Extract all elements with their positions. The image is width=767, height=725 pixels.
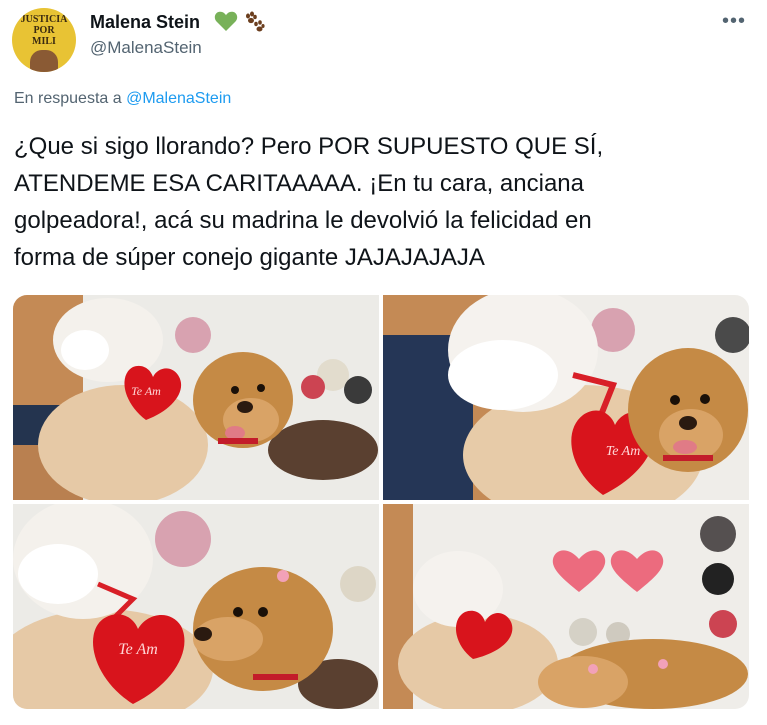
reply-prefix: En respuesta a (14, 90, 127, 107)
avatar-hand-graphic (30, 50, 58, 72)
green-heart-icon (214, 10, 238, 37)
photo-grid: Te Am Te Am Te Am (13, 295, 749, 709)
reply-mention-link[interactable]: @MalenaStein (126, 90, 231, 107)
photo-4[interactable] (383, 504, 749, 709)
avatar-text: JUSTICIA POR MILI (20, 14, 68, 47)
plush-heart-text: Te Am (131, 384, 161, 398)
more-options-icon[interactable]: ••• (722, 10, 746, 33)
photo-1[interactable]: Te Am (13, 295, 379, 500)
photo-3[interactable]: Te Am (13, 504, 379, 709)
plush-heart-text-3: Te Am (118, 641, 158, 658)
photo-2[interactable]: Te Am (383, 295, 749, 500)
tweet-text: ¿Que si sigo llorando? Pero POR SUPUESTO… (14, 133, 604, 271)
paw-prints-icon (242, 10, 266, 39)
author-name[interactable]: Malena Stein (90, 12, 200, 33)
reply-context: En respuesta a @MalenaStein (14, 90, 231, 108)
avatar[interactable]: JUSTICIA POR MILI (12, 8, 76, 72)
author-handle[interactable]: @MalenaStein (90, 38, 202, 58)
plush-heart-text-2: Te Am (606, 444, 641, 459)
